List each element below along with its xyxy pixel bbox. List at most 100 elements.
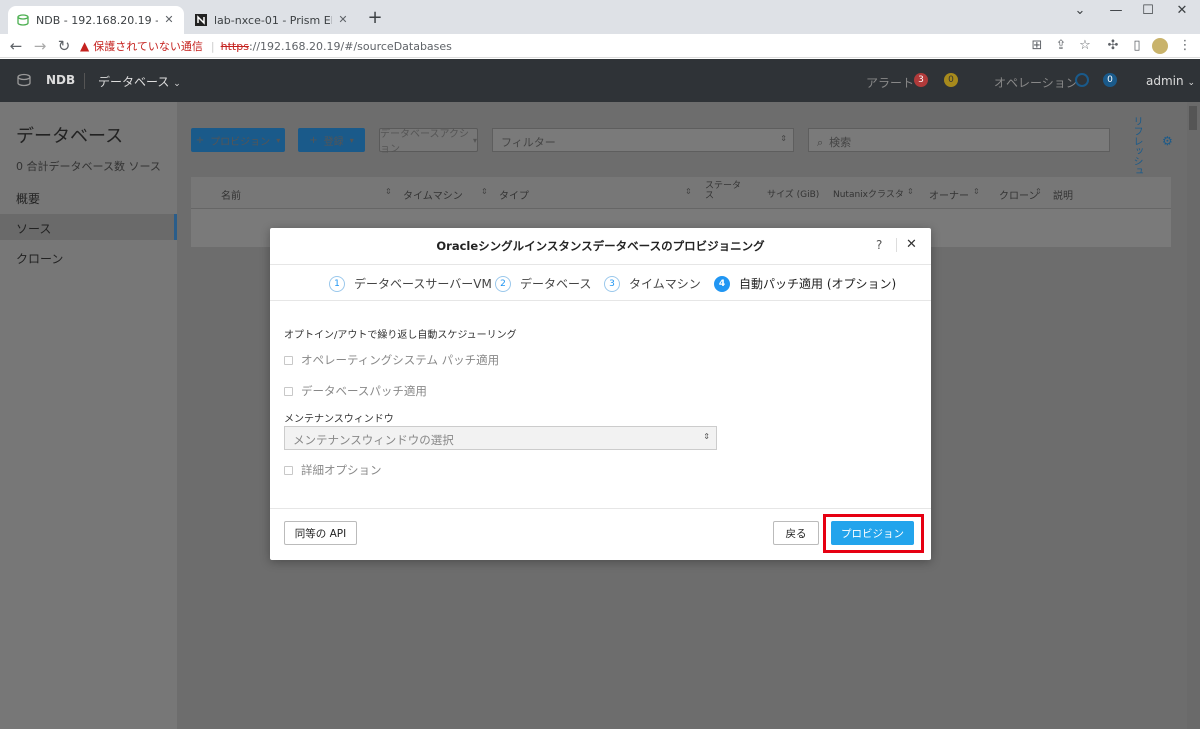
bookmark-star-icon[interactable]: ☆ (1076, 37, 1094, 55)
column-header-status[interactable]: ステータス (705, 181, 743, 201)
close-icon[interactable]: ✕ (906, 237, 917, 252)
more-menu-icon[interactable]: ⋮ (1176, 37, 1194, 55)
maintenance-window-label: メンテナンスウィンドウ (284, 414, 394, 425)
sort-icon[interactable]: ⇕ (481, 187, 488, 196)
close-icon[interactable]: ✕ (162, 13, 176, 27)
wizard-step-4[interactable]: 4 自動パッチ適用 (オプション) (714, 275, 896, 292)
os-patch-checkbox[interactable]: オペレーティングシステム パッチ適用 (284, 352, 499, 368)
provision-modal: Oracleシングルインスタンスデータベースのプロビジョニング ? ✕ 1 デー… (270, 228, 931, 560)
user-name: admin (1146, 74, 1184, 88)
column-header-type[interactable]: タイプ (499, 187, 529, 202)
column-header-description[interactable]: 説明 (1053, 187, 1073, 202)
app-brand[interactable]: NDB (46, 73, 75, 87)
step-number: 1 (329, 275, 345, 292)
alerts-label[interactable]: アラート (866, 74, 914, 91)
column-header-size[interactable]: サイズ (GiB) (767, 187, 819, 200)
browser-tab-ndb[interactable]: NDB - 192.168.20.19 - データベース ✕ (8, 6, 184, 34)
tab-title: NDB - 192.168.20.19 - データベース (36, 14, 158, 27)
forward-arrow-icon[interactable]: → (30, 36, 50, 56)
help-icon[interactable]: ? (876, 238, 882, 252)
divider (270, 264, 931, 265)
share-icon[interactable]: ⇪ (1052, 37, 1070, 55)
alert-critical-badge[interactable]: 3 (914, 73, 928, 87)
sort-icon[interactable]: ⇕ (1035, 187, 1042, 196)
checkbox-label: 詳細オプション (301, 463, 382, 477)
column-header-name[interactable]: 名前 (221, 187, 241, 202)
divider: | (210, 39, 215, 53)
filter-select[interactable]: フィルター ⇕ (492, 128, 794, 152)
select-arrows-icon: ⇕ (703, 432, 710, 441)
column-header-clones[interactable]: クローン (999, 187, 1039, 202)
caret-down-icon: ▾ (472, 135, 477, 145)
button-label: データベースアクション (380, 129, 469, 155)
table-header: 名前 ⇕ タイムマシン ⇕ タイプ ⇕ ステータス サイズ (GiB) Nuta… (191, 177, 1171, 209)
step-label: タイムマシン (629, 277, 701, 291)
operations-label[interactable]: オペレーション (994, 74, 1078, 91)
provision-dropdown-button[interactable]: + プロビジョン ▾ (191, 128, 285, 152)
step-label: データベース (520, 277, 592, 291)
operations-badge[interactable]: 0 (1103, 73, 1117, 87)
sidebar-item-clones[interactable]: クローン (16, 250, 63, 267)
back-arrow-icon[interactable]: ← (6, 36, 26, 56)
sort-icon[interactable]: ⇕ (385, 187, 392, 196)
refresh-link[interactable]: リフレッシュ (1130, 116, 1144, 176)
button-label: プロビジョン (210, 136, 271, 148)
maintenance-window-select[interactable]: メンテナンスウィンドウの選択 ⇕ (284, 426, 717, 450)
column-header-owner[interactable]: オーナー (929, 187, 969, 202)
translate-icon[interactable]: ⊞ (1028, 37, 1046, 55)
url-field[interactable]: ▲ 保護されていない通信 | https ://192.168.20.19/#/… (80, 36, 1090, 56)
url-scheme: https (220, 39, 249, 53)
page-scrollbar[interactable] (1187, 102, 1200, 729)
maximize-button[interactable]: ☐ (1130, 0, 1166, 22)
search-input[interactable]: ⌕ 検索 (808, 128, 1110, 152)
window-close-button[interactable]: ✕ (1164, 0, 1200, 22)
reload-icon[interactable]: ↻ (54, 36, 74, 56)
step-label: 自動パッチ適用 (オプション) (739, 277, 897, 291)
close-icon[interactable]: ✕ (336, 13, 350, 27)
modal-title: Oracleシングルインスタンスデータベースのプロビジョニング (436, 239, 765, 253)
new-tab-button[interactable]: + (366, 9, 384, 27)
highlight-box (823, 514, 924, 553)
database-count: 0 合計データベース数 ソース (16, 160, 161, 173)
checkbox-label: データベースパッチ適用 (301, 384, 427, 398)
minimize-button[interactable]: — (1098, 0, 1134, 22)
nutanix-icon (194, 13, 208, 27)
gear-icon[interactable]: ⚙ (1162, 134, 1173, 148)
sidebar-item-overview[interactable]: 概要 (16, 190, 40, 207)
checkbox[interactable] (284, 355, 293, 365)
browser-tab-prism[interactable]: lab-nxce-01 - Prism Element ✕ (186, 6, 358, 34)
alert-warning-badge[interactable]: 0 (944, 73, 958, 87)
caret-down-icon: ▾ (349, 135, 354, 145)
nav-menu-label: データベース (98, 75, 170, 89)
browser-tabbar: NDB - 192.168.20.19 - データベース ✕ lab-nxce-… (0, 0, 1200, 34)
side-panel-icon[interactable]: ▯ (1128, 37, 1146, 55)
sort-icon[interactable]: ⇕ (973, 187, 980, 196)
equivalent-api-button[interactable]: 同等の API (284, 521, 357, 545)
db-patch-checkbox[interactable]: データベースパッチ適用 (284, 383, 427, 399)
back-button[interactable]: 戻る (773, 521, 819, 545)
wizard-step-1[interactable]: 1 データベースサーバーVM (329, 275, 492, 292)
checkbox[interactable] (284, 465, 293, 475)
security-warning[interactable]: 保護されていない通信 (93, 38, 203, 54)
column-header-time-machine[interactable]: タイムマシン (403, 187, 463, 202)
user-menu[interactable]: admin ⌄ (1146, 74, 1195, 88)
wizard-step-3[interactable]: 3 タイムマシン (604, 275, 701, 292)
profile-avatar[interactable] (1152, 38, 1168, 54)
nav-menu-databases[interactable]: データベース ⌄ (98, 73, 181, 90)
database-actions-button[interactable]: データベースアクション ▾ (379, 128, 478, 155)
step-number: 3 (604, 275, 620, 292)
checkbox-label: オペレーティングシステム パッチ適用 (301, 353, 500, 367)
extensions-icon[interactable]: ✣ (1104, 37, 1122, 55)
wizard-step-2[interactable]: 2 データベース (495, 275, 591, 292)
sort-icon[interactable]: ⇕ (685, 187, 692, 196)
divider (84, 73, 85, 89)
tab-search-icon[interactable]: ⌄ (1062, 0, 1098, 22)
scrollbar-thumb[interactable] (1189, 106, 1197, 130)
sort-icon[interactable]: ⇕ (907, 187, 914, 196)
ndb-logo-icon (17, 73, 31, 87)
register-dropdown-button[interactable]: + 登録 ▾ (298, 128, 365, 152)
advanced-options-checkbox[interactable]: 詳細オプション (284, 462, 382, 478)
sidebar-item-sources[interactable]: ソース (16, 220, 51, 237)
checkbox[interactable] (284, 386, 293, 396)
column-header-cluster[interactable]: Nutanixクラスタ (833, 187, 904, 200)
